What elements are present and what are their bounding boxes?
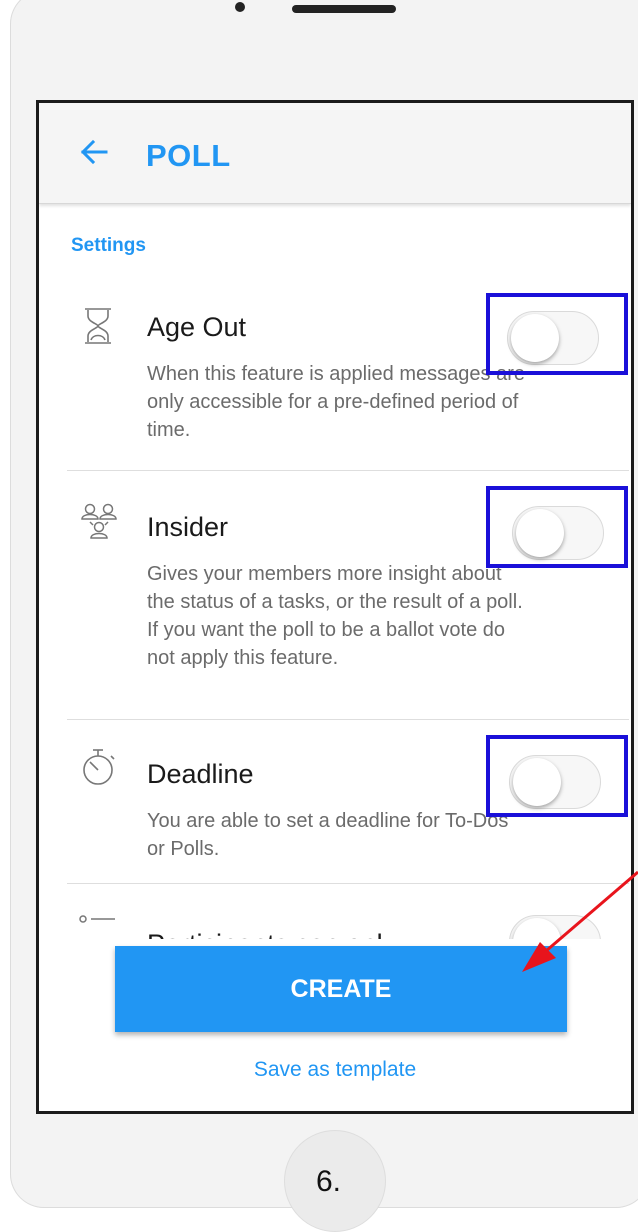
annotation-arrow-icon [522, 870, 638, 972]
